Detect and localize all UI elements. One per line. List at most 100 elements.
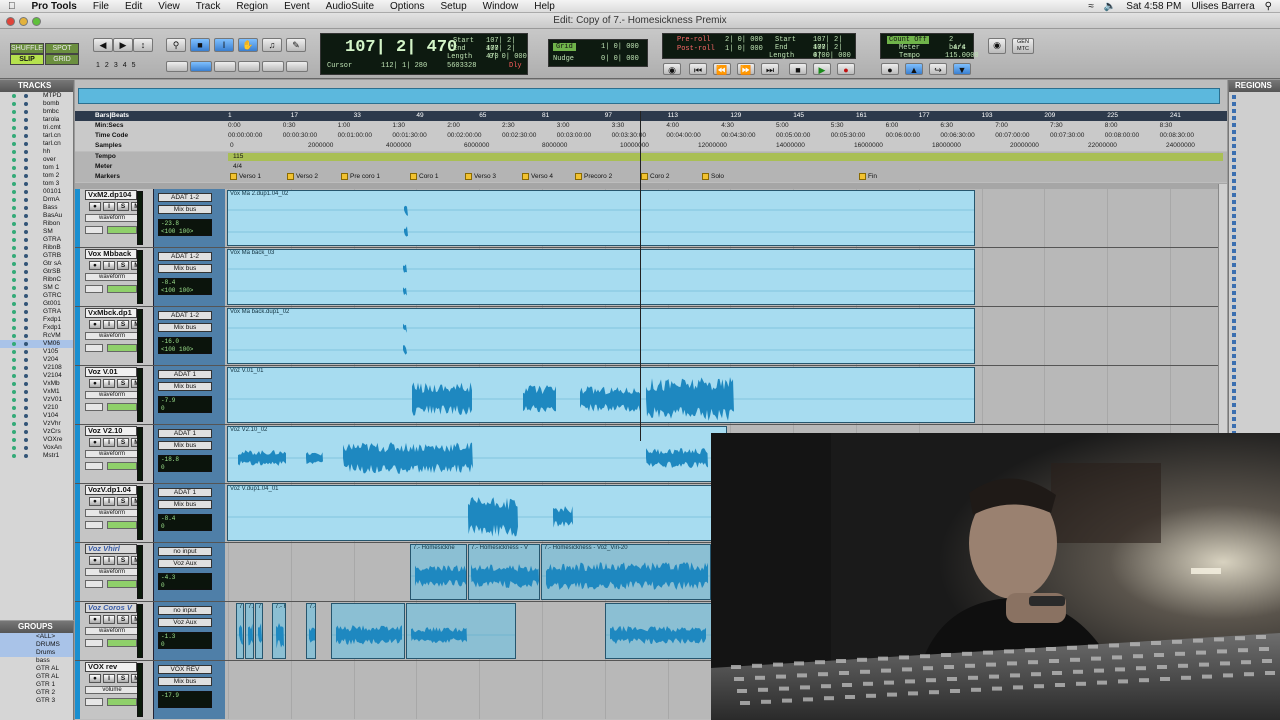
track-input-button[interactable]: I <box>103 497 115 506</box>
region-list-item-icon[interactable] <box>1232 102 1236 106</box>
audio-region[interactable]: 7.- Homesickne <box>410 544 467 600</box>
zoom-preset-5[interactable]: 5 <box>132 62 136 69</box>
tracks-list-item[interactable]: Fxdp1 <box>0 316 73 324</box>
track-color-bar[interactable] <box>75 307 80 365</box>
track-volume-pan-display[interactable]: -16.0 <100 100> <box>158 337 212 354</box>
track-solo-button[interactable]: S <box>117 438 129 447</box>
track-dyn-button[interactable] <box>85 462 103 470</box>
region-list-item-icon[interactable] <box>1232 417 1236 421</box>
tracks-list-item[interactable]: tri.cmt <box>0 124 73 132</box>
tracks-list-item[interactable]: VM06 <box>0 340 73 348</box>
audio-region[interactable] <box>605 603 725 659</box>
track-input-button[interactable]: I <box>103 379 115 388</box>
wifi-icon[interactable]: ≈ <box>1088 1 1094 12</box>
tracks-list-item[interactable]: V210 <box>0 404 73 412</box>
track-color-bar[interactable] <box>75 661 80 719</box>
menu-window[interactable]: Window <box>475 1 527 12</box>
marker-item[interactable]: Verso 4 <box>522 172 553 182</box>
track-view-selector[interactable]: waveform <box>85 391 139 399</box>
region-list-item-icon[interactable] <box>1232 403 1236 407</box>
track-volume-pan-display[interactable]: -8.4 <100 100> <box>158 278 212 295</box>
track-volume-value[interactable]: -1.3 <box>161 633 209 641</box>
ruler-bars-beats[interactable]: Bars|Beats 1 17 33 49 65 81 97 113 129 145 161 177 1… <box>75 111 1227 121</box>
tracks-list-item[interactable]: tom 2 <box>0 172 73 180</box>
scrubber-tool-icon[interactable]: ♫ <box>262 38 282 52</box>
region-list-item-icon[interactable] <box>1232 228 1236 232</box>
marker-item[interactable]: Precoro 2 <box>575 172 612 182</box>
track-pan-value[interactable]: 0 <box>161 641 209 649</box>
automation-read-button[interactable] <box>107 344 137 352</box>
region-list-item-icon[interactable] <box>1232 207 1236 211</box>
track-view-selector[interactable]: waveform <box>85 273 139 281</box>
rewind-icon[interactable]: ⏪ <box>713 63 731 75</box>
track-volume-pan-display[interactable]: -23.8 <100 100> <box>158 219 212 236</box>
minimize-window-button[interactable] <box>19 17 28 26</box>
region-list-item-icon[interactable] <box>1232 144 1236 148</box>
track-output-selector[interactable]: Mix bus <box>158 205 212 214</box>
tracks-list-item[interactable]: tarola <box>0 116 73 124</box>
track-view-selector[interactable]: waveform <box>85 509 139 517</box>
regions-panel-title[interactable]: REGIONS <box>1229 80 1280 92</box>
nudge-value[interactable]: 0| 0| 000 <box>601 55 639 63</box>
audio-region[interactable]: Vox Ma back_03 <box>227 249 975 305</box>
track-volume-value[interactable]: -16.0 <box>161 338 209 346</box>
mode-spot-button[interactable]: SPOT <box>45 43 79 54</box>
track-solo-button[interactable]: S <box>117 261 129 270</box>
tracks-list-item[interactable]: Bass <box>0 204 73 212</box>
tracks-list-item[interactable]: Mstr1 <box>0 452 73 460</box>
wait-for-note-icon[interactable]: ● <box>881 63 899 75</box>
automation-read-button[interactable] <box>107 462 137 470</box>
metronome-icon[interactable]: ▲ <box>905 63 923 75</box>
transport-length-value[interactable]: 0| 0| 000 <box>813 52 851 60</box>
zoom-window-button[interactable] <box>32 17 41 26</box>
tracks-list-item[interactable]: DrmA <box>0 196 73 204</box>
track-solo-button[interactable]: S <box>117 615 129 624</box>
postroll-value[interactable]: 1| 0| 000 <box>725 45 763 53</box>
audio-region[interactable] <box>406 603 516 659</box>
track-output-selector[interactable]: Voz Aux <box>158 559 212 568</box>
region-list-item-icon[interactable] <box>1232 116 1236 120</box>
stop-icon[interactable]: ■ <box>789 63 807 75</box>
zoom-in-horizontal-button[interactable]: ▶ <box>113 38 133 52</box>
tracks-list-item[interactable]: tom 1 <box>0 164 73 172</box>
track-input-selector[interactable]: VOX REV <box>158 665 212 674</box>
region-list-item-icon[interactable] <box>1232 109 1236 113</box>
menu-clock[interactable]: Sat 4:58 PM <box>1126 1 1181 12</box>
track-input-selector[interactable]: ADAT 1-2 <box>158 193 212 202</box>
zoom-vertical-button[interactable]: ↕ <box>133 38 153 52</box>
tab-to-transient-icon[interactable] <box>166 61 188 72</box>
track-color-bar[interactable] <box>75 543 80 601</box>
menu-track[interactable]: Track <box>188 1 229 12</box>
tracks-list-item[interactable]: MTPD <box>0 92 73 100</box>
marker-item[interactable]: Verso 1 <box>230 172 261 182</box>
track-dyn-button[interactable] <box>85 580 103 588</box>
meter-value[interactable]: 4/4 <box>953 44 966 52</box>
nudge-label[interactable]: Nudge <box>553 55 574 63</box>
selector-tool-icon[interactable]: I <box>214 38 234 52</box>
track-name[interactable]: Voz Coros V <box>85 603 137 613</box>
track-volume-pan-display[interactable]: -17.9 <box>158 691 212 708</box>
track-view-selector[interactable]: waveform <box>85 332 139 340</box>
track-dyn-button[interactable] <box>85 521 103 529</box>
automation-read-button[interactable] <box>107 521 137 529</box>
track-name[interactable]: VxM2.dp104 <box>85 190 137 200</box>
tracks-list-item[interactable]: GTRA <box>0 236 73 244</box>
tracks-list-item[interactable]: RibnB <box>0 244 73 252</box>
tracks-list-item[interactable]: V2104 <box>0 372 73 380</box>
track-input-selector[interactable]: ADAT 1 <box>158 429 212 438</box>
automation-read-button[interactable] <box>107 698 137 706</box>
zoom-preset-2[interactable]: 2 <box>105 62 109 69</box>
gen-mtc-button[interactable]: GEN MTC <box>1012 38 1034 54</box>
region-list-item-icon[interactable] <box>1232 221 1236 225</box>
tracks-list-item[interactable]: Ribon <box>0 220 73 228</box>
track-output-selector[interactable]: Mix bus <box>158 323 212 332</box>
marker-item[interactable]: Verso 2 <box>287 172 318 182</box>
marker-item[interactable]: Verso 3 <box>465 172 496 182</box>
tracks-list-item[interactable]: bomb <box>0 100 73 108</box>
track-view-selector[interactable]: waveform <box>85 627 139 635</box>
groups-list-item[interactable]: DRUMS <box>0 641 73 649</box>
track-pan-value[interactable]: 0 <box>161 582 209 590</box>
tracks-list-item[interactable]: V2108 <box>0 364 73 372</box>
tracks-list-item[interactable]: VzCrs <box>0 428 73 436</box>
track-record-button[interactable]: ● <box>89 202 101 211</box>
